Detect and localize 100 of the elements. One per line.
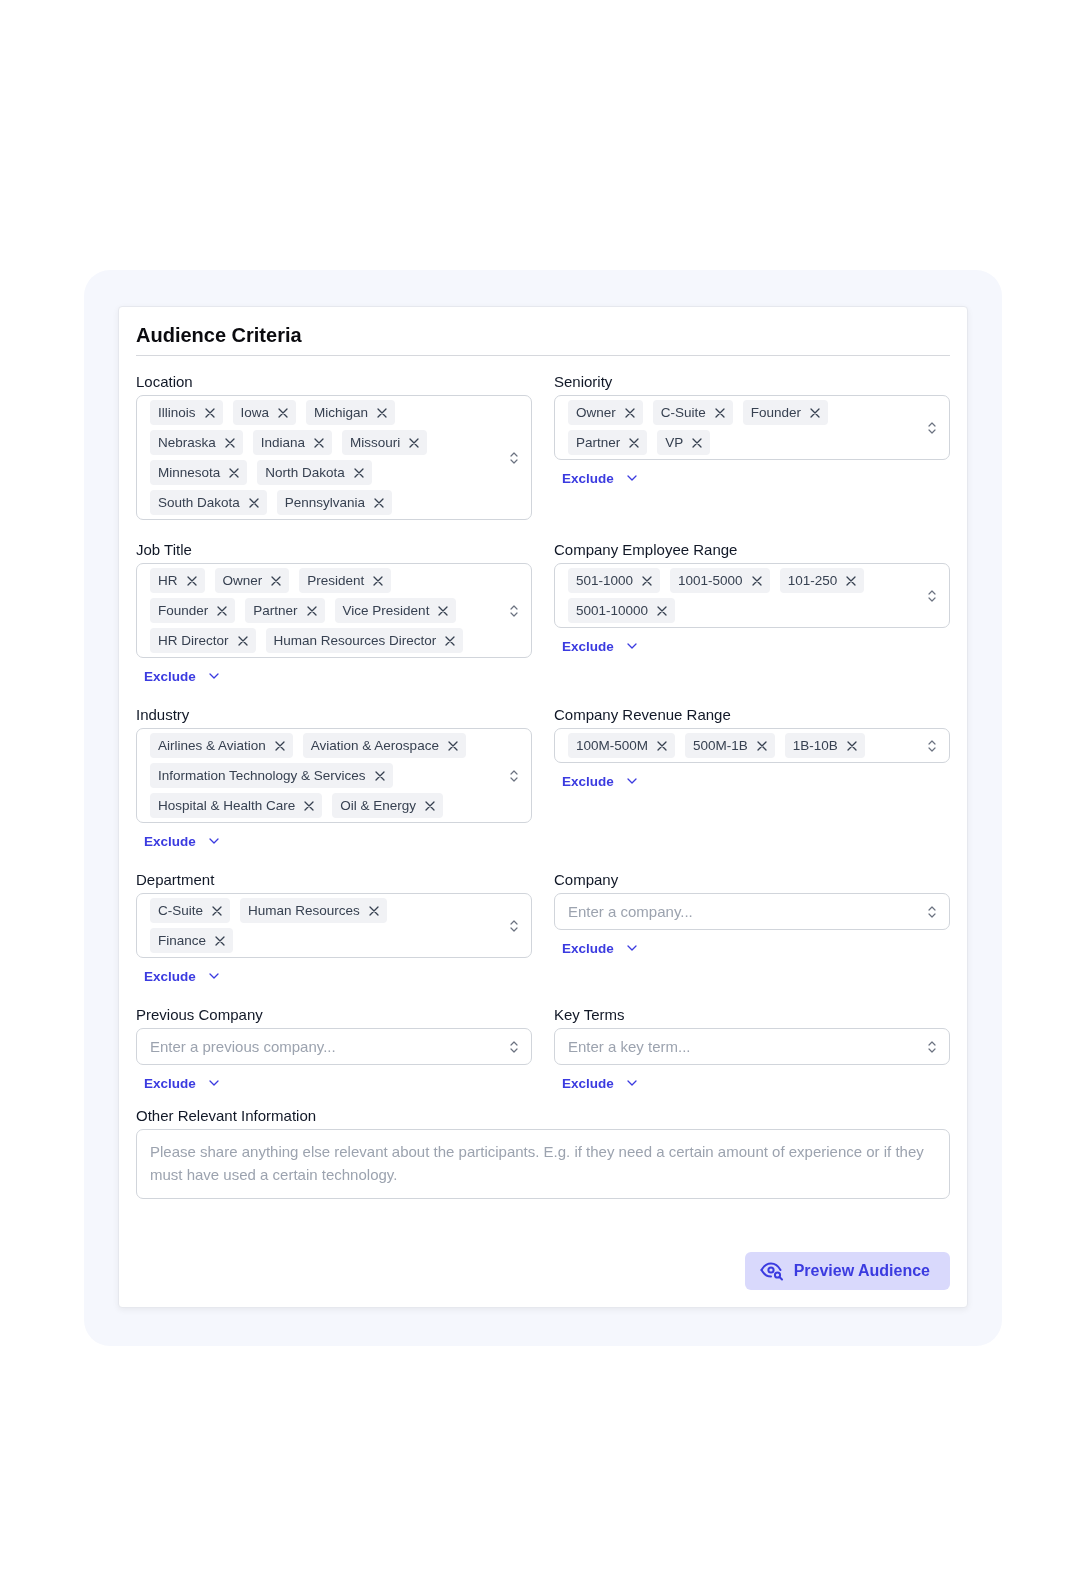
- close-icon[interactable]: [217, 605, 228, 616]
- chevron-down-icon: [208, 838, 219, 844]
- close-icon[interactable]: [447, 740, 458, 751]
- select-field[interactable]: Enter a previous company...: [136, 1028, 532, 1065]
- close-icon[interactable]: [229, 467, 240, 478]
- close-icon[interactable]: [624, 407, 635, 418]
- tag-label: Owner: [576, 405, 616, 420]
- close-icon[interactable]: [248, 497, 259, 508]
- field-label: Location: [136, 373, 194, 391]
- close-icon[interactable]: [374, 497, 385, 508]
- chevron-down-icon: [626, 778, 637, 784]
- multi-select-field[interactable]: 501-1000 1001-5000 101-250 5001-10000: [554, 563, 950, 628]
- close-icon[interactable]: [212, 905, 222, 916]
- close-icon[interactable]: [377, 407, 388, 418]
- exclude-dropdown[interactable]: Exclude: [562, 637, 637, 655]
- eye-search-icon: [759, 1261, 784, 1281]
- exclude-dropdown[interactable]: Exclude: [562, 469, 637, 487]
- field-label: Company Revenue Range: [554, 706, 732, 724]
- chevron-down-icon: [208, 973, 219, 979]
- tag-label: 101-250: [787, 573, 838, 588]
- close-icon[interactable]: [657, 740, 668, 751]
- close-icon[interactable]: [314, 437, 325, 448]
- close-icon[interactable]: [274, 740, 285, 751]
- tag-label: Oil & Energy: [340, 798, 417, 813]
- close-icon[interactable]: [215, 935, 226, 946]
- text-area[interactable]: Please share anything else relevant about the participants. E.g. if they need a certain amount of experience or if they must have used a certain technology.: [136, 1129, 950, 1199]
- tag-label: President: [307, 573, 365, 588]
- field-label: Previous Company: [136, 1006, 264, 1024]
- multi-select-field[interactable]: 100M-500M 500M-1B 1B-10B: [554, 728, 950, 763]
- exclude-dropdown[interactable]: Exclude: [144, 1074, 219, 1092]
- chevron-down-icon: [626, 475, 637, 481]
- exclude-dropdown[interactable]: Exclude: [144, 832, 219, 850]
- close-icon[interactable]: [756, 740, 767, 751]
- exclude-dropdown[interactable]: Exclude: [144, 667, 219, 685]
- tag-label: 1B-10B: [792, 738, 838, 753]
- close-icon[interactable]: [409, 437, 420, 448]
- multi-select-field[interactable]: Illinois Iowa Michigan Nebraska Indiana Missouri Minnesota North Dakota South Dakota Pennsylvania: [136, 395, 532, 520]
- tag-label: Illinois: [158, 405, 196, 420]
- preview-audience-button[interactable]: Preview Audience: [744, 1252, 950, 1290]
- multi-select-field[interactable]: C-Suite Human Resources Finance: [136, 893, 532, 958]
- chevron-down-icon: [626, 1080, 637, 1086]
- multi-select-field[interactable]: Owner C-Suite Founder Partner VP: [554, 395, 950, 460]
- tag-label: Missouri: [350, 435, 401, 450]
- tag-label: Owner: [222, 573, 263, 588]
- tag-label: Airlines & Aviation: [158, 738, 266, 753]
- close-icon[interactable]: [810, 407, 821, 418]
- close-icon[interactable]: [278, 407, 289, 418]
- tag-label: Partner: [253, 603, 298, 618]
- close-icon[interactable]: [306, 605, 317, 616]
- tag-label: 5001-10000: [576, 603, 649, 618]
- close-icon[interactable]: [271, 575, 282, 586]
- close-icon[interactable]: [425, 800, 436, 811]
- tag-label: Michigan: [314, 405, 369, 420]
- exclude-dropdown[interactable]: Exclude: [562, 772, 637, 790]
- field-label: Company: [554, 871, 620, 889]
- tag-label: C-Suite: [158, 903, 203, 918]
- exclude-dropdown[interactable]: Exclude: [562, 939, 637, 957]
- close-icon[interactable]: [642, 575, 653, 586]
- tag-label: VP: [665, 435, 684, 450]
- close-icon[interactable]: [368, 905, 379, 916]
- close-icon[interactable]: [846, 575, 857, 586]
- chevron-down-icon: [626, 945, 637, 951]
- close-icon[interactable]: [692, 437, 703, 448]
- close-icon[interactable]: [751, 575, 762, 586]
- close-icon[interactable]: [224, 437, 235, 448]
- tag-label: Minnesota: [158, 465, 221, 480]
- field-label: Company Employee Range: [554, 541, 739, 559]
- tag-label: Human Resources: [248, 903, 360, 918]
- multi-select-field[interactable]: HR Owner President Founder Partner Vice President HR Director Human Resources Director: [136, 563, 532, 658]
- tag-label: Partner: [576, 435, 621, 450]
- chevron-down-icon: [626, 643, 637, 649]
- multi-select-field[interactable]: Airlines & Aviation Aviation & Aerospace Information Technology & Services Hospital & Health Care Oil & Energy: [136, 728, 532, 823]
- select-field[interactable]: Enter a key term...: [554, 1028, 950, 1065]
- tag-label: Founder: [158, 603, 209, 618]
- close-icon[interactable]: [445, 635, 456, 646]
- close-icon[interactable]: [204, 407, 215, 418]
- tag-label: 100M-500M: [576, 738, 649, 753]
- field-label: Seniority: [554, 373, 614, 391]
- tag-label: Indiana: [260, 435, 306, 450]
- close-icon[interactable]: [846, 740, 857, 751]
- close-icon[interactable]: [373, 575, 384, 586]
- exclude-dropdown[interactable]: Exclude: [144, 967, 219, 985]
- close-icon[interactable]: [353, 467, 364, 478]
- close-icon[interactable]: [186, 575, 197, 586]
- exclude-dropdown[interactable]: Exclude: [562, 1074, 637, 1092]
- close-icon[interactable]: [438, 605, 449, 616]
- close-icon[interactable]: [374, 770, 385, 781]
- chevron-up-down-icon: [927, 904, 937, 920]
- tag-label: 501-1000: [576, 573, 634, 588]
- tag-label: Finance: [158, 933, 207, 948]
- tag-label: Founder: [750, 405, 802, 420]
- tag-label: North Dakota: [265, 465, 345, 480]
- close-icon[interactable]: [657, 605, 668, 616]
- close-icon[interactable]: [237, 635, 248, 646]
- close-icon[interactable]: [304, 800, 315, 811]
- tag-label: Iowa: [240, 405, 270, 420]
- close-icon[interactable]: [714, 407, 725, 418]
- close-icon[interactable]: [629, 437, 640, 448]
- select-field[interactable]: Enter a company...: [554, 893, 950, 930]
- tag-label: HR: [158, 573, 178, 588]
